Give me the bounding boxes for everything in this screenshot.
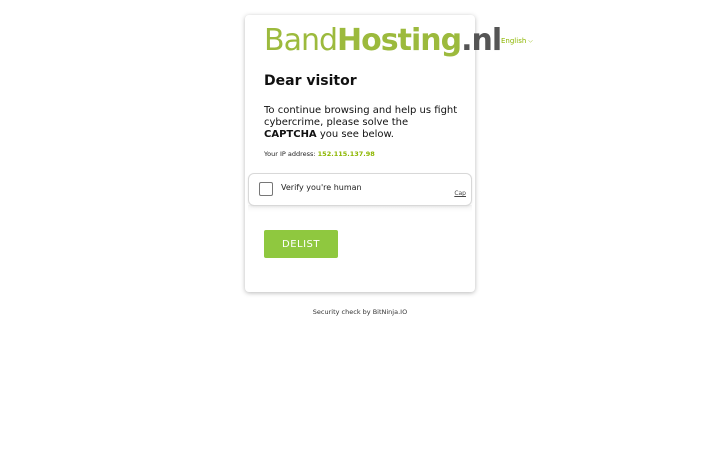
message-text-2: you see below. [319, 129, 394, 140]
cap-link[interactable]: Cap [454, 190, 466, 197]
instruction-message: To continue browsing and help us fight c… [264, 105, 459, 141]
message-text-1: To continue browsing and help us fight c… [264, 105, 458, 128]
page-title: Dear visitor [264, 73, 357, 89]
ip-value: 152.115.137.98 [317, 150, 375, 158]
ip-label: Your IP address: [264, 150, 316, 158]
logo-band-text: Band [264, 23, 338, 58]
chevron-down-icon: ⌵ [528, 37, 533, 45]
ip-address-line: Your IP address: 152.115.137.98 [264, 150, 375, 158]
bandhosting-logo: BandHosting.nl [264, 19, 502, 63]
captcha-widget[interactable]: Verify you're human Cap [248, 173, 472, 206]
logo-hosting-text: Hosting [337, 23, 462, 58]
verify-label: Verify you're human [281, 183, 362, 192]
verify-checkbox[interactable] [259, 182, 273, 196]
logo-tld-text: .nl [461, 23, 502, 58]
captcha-card: BandHosting.nl Dear visitor To continue … [245, 15, 502, 292]
delist-button[interactable]: DELIST [264, 230, 338, 258]
language-selector[interactable]: English ⌵ [501, 37, 533, 46]
footer-security-text: Security check by BitNinja.IO [312, 308, 408, 316]
language-label: English [501, 37, 527, 45]
captcha-shadow [248, 205, 472, 212]
message-captcha-emphasis: CAPTCHA [264, 129, 317, 140]
